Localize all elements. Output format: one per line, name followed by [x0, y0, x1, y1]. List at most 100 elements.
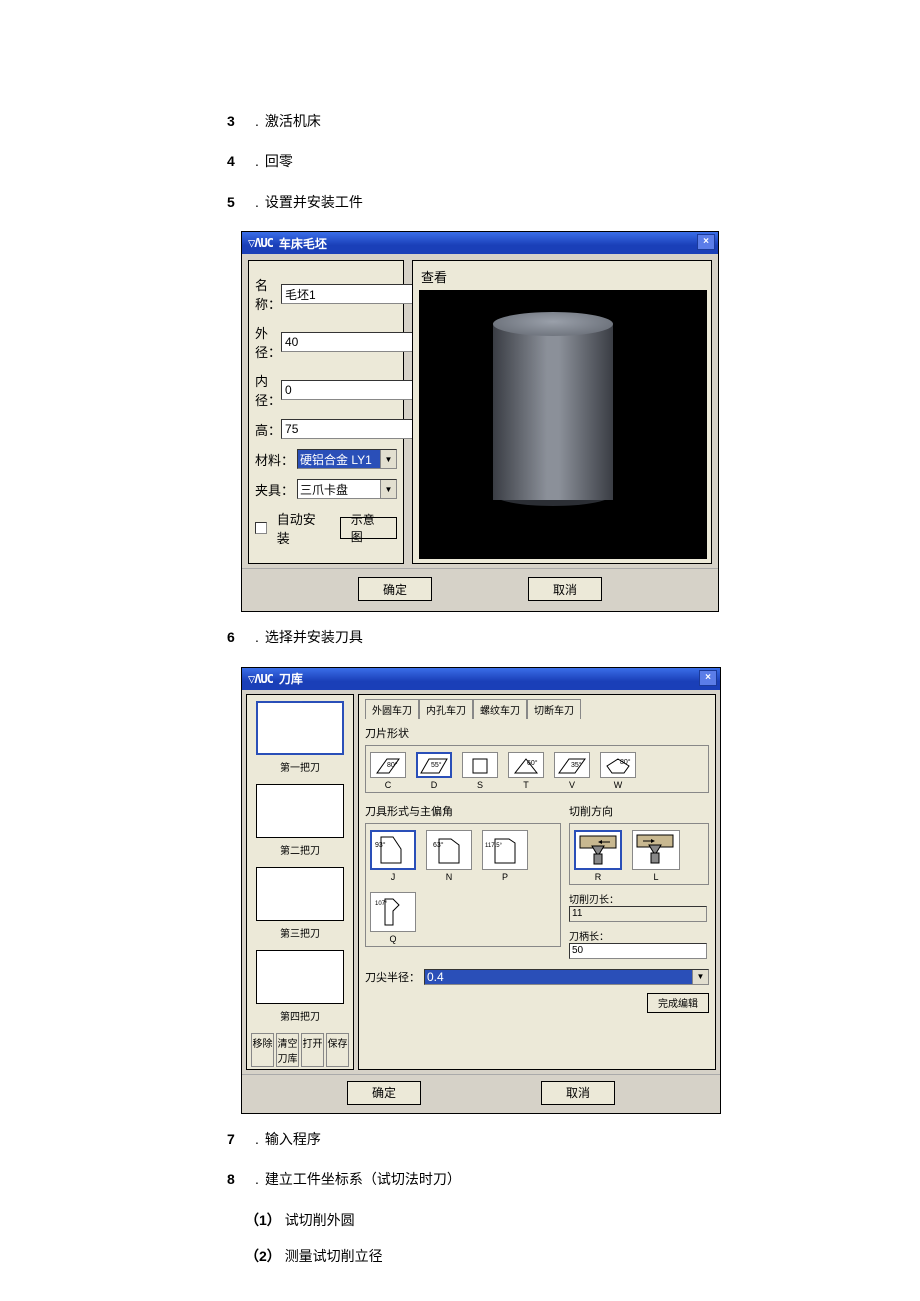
step-number: 8 [227, 1168, 255, 1190]
tab-inner[interactable]: 内孔车刀 [419, 699, 473, 719]
clear-button[interactable]: 清空刀库 [276, 1033, 299, 1067]
step-8: 8 . 建立工件坐标系（试切法时刀） [227, 1168, 920, 1190]
cut-direction-label: 切削方向 [569, 803, 709, 819]
tool-slot-panel: 第一把刀 第二把刀 第三把刀 第四把刀 移除 清空刀库 打开 保存 [246, 694, 354, 1070]
substep-8-2: （2） 测量试切削立径 [245, 1244, 920, 1269]
svg-text:55°: 55° [431, 761, 442, 769]
height-label: 高： [255, 420, 281, 439]
step-number: 4 [227, 150, 255, 172]
cut-direction-group: R [569, 823, 709, 885]
ok-button[interactable]: 确定 [347, 1081, 421, 1105]
step-5: 5 . 设置并安装工件 [227, 191, 920, 213]
app-logo: ▽ΛUC [248, 672, 273, 686]
shape-c[interactable]: 80° C [370, 752, 406, 790]
titlebar[interactable]: ▽ΛUC 刀库 × [242, 668, 720, 690]
tool-type-tabs: 外圆车刀 内孔车刀 螺纹车刀 切断车刀 [365, 699, 709, 719]
svg-text:35°: 35° [571, 761, 582, 769]
svg-text:107°: 107° [375, 901, 388, 907]
cut-r[interactable] [574, 830, 622, 870]
cylinder-preview [493, 312, 613, 506]
tab-outer[interactable]: 外圆车刀 [365, 699, 419, 719]
cut-l[interactable] [632, 830, 680, 870]
step-3: 3 . 激活机床 [227, 110, 920, 132]
cancel-button[interactable]: 取消 [528, 577, 602, 601]
tool-config-panel: 外圆车刀 内孔车刀 螺纹车刀 切断车刀 刀片形状 80° C 55° D [358, 694, 716, 1070]
dialog-title: 车床毛坯 [279, 235, 327, 252]
step-4: 4 . 回零 [227, 150, 920, 172]
material-combo[interactable]: 硬铝合金 LY1 ▼ [297, 449, 397, 469]
step-text: 激活机床 [265, 110, 321, 132]
inner-diameter-label: 内径： [255, 371, 281, 409]
preview-panel: 查看 [412, 260, 712, 564]
ok-button[interactable]: 确定 [358, 577, 432, 601]
shape-s[interactable]: S [462, 752, 498, 790]
fixture-combo[interactable]: 三爪卡盘 ▼ [297, 479, 397, 499]
auto-install-label: 自动安装 [277, 509, 328, 547]
step-text: 建立工件坐标系（试切法时刀） [265, 1168, 461, 1190]
substep-8-1: （1） 试切削外圆 [245, 1208, 920, 1233]
svg-text:63°: 63° [433, 841, 444, 849]
tool-slot-label: 第二把刀 [280, 842, 320, 857]
save-button[interactable]: 保存 [326, 1033, 349, 1067]
svg-text:60°: 60° [527, 759, 538, 767]
step-text: 设置并安装工件 [265, 191, 363, 213]
dialog-title: 刀库 [279, 670, 303, 687]
tool-slot-3[interactable] [256, 867, 344, 921]
substep-text: 试切削外圆 [285, 1212, 355, 1228]
diagram-button[interactable]: 示意图 [340, 517, 397, 539]
step-number: 6 [227, 626, 255, 648]
tool-slot-4[interactable] [256, 950, 344, 1004]
remove-button[interactable]: 移除 [251, 1033, 274, 1067]
svg-text:93°: 93° [375, 841, 386, 849]
step-number: 3 [227, 110, 255, 132]
step-number: 7 [227, 1128, 255, 1150]
cancel-button[interactable]: 取消 [541, 1081, 615, 1105]
step-6: 6 . 选择并安装刀具 [227, 626, 920, 648]
shape-w[interactable]: 80° W [600, 752, 636, 790]
chevron-down-icon: ▼ [380, 480, 396, 498]
tool-slot-1[interactable] [256, 701, 344, 755]
style-n[interactable]: 63° [426, 830, 472, 870]
step-7: 7 . 输入程序 [227, 1128, 920, 1150]
step-number: 5 [227, 191, 255, 213]
nose-radius-label: 刀尖半径： [365, 969, 420, 985]
insert-shape-label: 刀片形状 [365, 725, 709, 741]
preview-viewport[interactable] [419, 290, 707, 559]
auto-install-checkbox[interactable] [255, 522, 267, 534]
svg-text:117.5°: 117.5° [485, 843, 503, 849]
tool-slot-label: 第一把刀 [280, 759, 320, 774]
tool-slot-2[interactable] [256, 784, 344, 838]
chevron-down-icon: ▼ [692, 970, 708, 984]
insert-shape-group: 80° C 55° D S 60° T [365, 745, 709, 793]
titlebar[interactable]: ▽ΛUC 车床毛坯 × [242, 232, 718, 254]
tool-library-dialog: ▽ΛUC 刀库 × 第一把刀 第二把刀 第三把刀 第四把刀 移除 清空刀库 打开… [241, 667, 721, 1114]
shape-d[interactable]: 55° D [416, 752, 452, 790]
svg-text:80°: 80° [387, 761, 398, 769]
style-q[interactable]: 107° [370, 892, 416, 932]
shape-t[interactable]: 60° T [508, 752, 544, 790]
tool-slot-label: 第三把刀 [280, 925, 320, 940]
style-p[interactable]: 117.5° [482, 830, 528, 870]
style-j[interactable]: 93° [370, 830, 416, 870]
substep-text: 测量试切削立径 [285, 1248, 383, 1264]
shank-length-field[interactable] [569, 943, 707, 959]
svg-text:80°: 80° [620, 758, 631, 766]
step-text: 回零 [265, 150, 293, 172]
substep-number: （1） [245, 1212, 281, 1228]
material-label: 材料： [255, 450, 297, 469]
nose-radius-combo[interactable]: 0.4 ▼ [424, 969, 709, 985]
tool-style-label: 刀具形式与主偏角 [365, 803, 561, 819]
open-button[interactable]: 打开 [301, 1033, 324, 1067]
close-icon[interactable]: × [697, 234, 715, 250]
tab-thread[interactable]: 螺纹车刀 [473, 699, 527, 719]
fixture-label: 夹具： [255, 480, 297, 499]
form-panel: 名称： 外径： 内径： 高： 材料： 硬铝 [248, 260, 404, 564]
shape-v[interactable]: 35° V [554, 752, 590, 790]
edge-length-label: 切削刃长： [569, 891, 629, 906]
edge-length-field[interactable] [569, 906, 707, 922]
close-icon[interactable]: × [699, 670, 717, 686]
substep-number: （2） [245, 1248, 281, 1264]
app-logo: ▽ΛUC [248, 236, 273, 250]
finish-edit-button[interactable]: 完成编辑 [647, 993, 709, 1013]
tab-cutoff[interactable]: 切断车刀 [527, 699, 581, 719]
